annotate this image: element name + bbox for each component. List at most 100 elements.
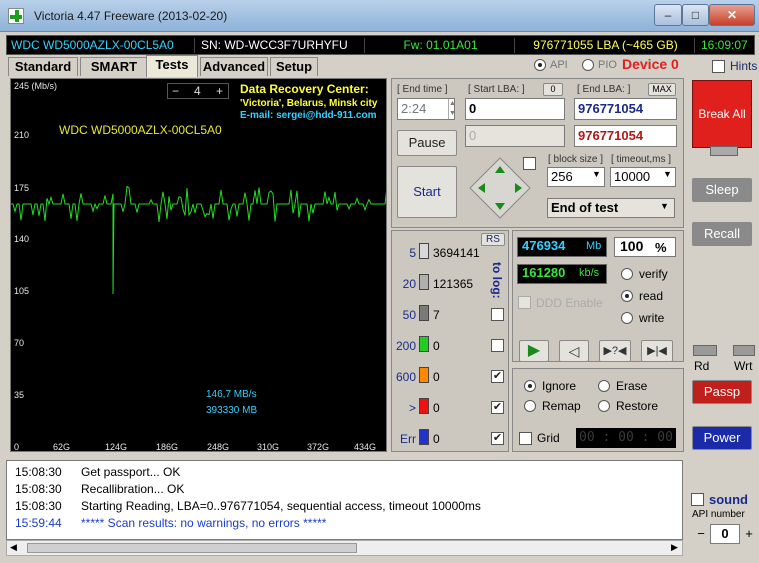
log-time: 15:08:30 (15, 499, 62, 513)
x-tick-248g: 248G (207, 442, 230, 452)
x-tick-62g: 62G (53, 442, 71, 452)
stat-log-checkbox[interactable] (491, 308, 504, 321)
stat-log-checkbox[interactable]: ✔ (491, 401, 504, 414)
tab-standard[interactable]: Standard (8, 57, 78, 76)
play-button[interactable]: ▶ (519, 340, 549, 362)
ignore-radio[interactable] (524, 380, 536, 392)
log-message: Recallibration... OK (81, 482, 185, 496)
passp-button[interactable]: Passp (692, 380, 752, 404)
log-panel[interactable]: 15:08:30 Get passport... OK 15:08:30 Recall… (6, 460, 683, 540)
sound-checkbox[interactable] (691, 493, 704, 506)
drive-model: WDC WD5000AZLX-00CL5A0 (7, 38, 195, 53)
wrt-label: Wrt (734, 359, 753, 373)
percent-value: 100 (620, 238, 644, 254)
tab-advanced[interactable]: Advanced (200, 57, 268, 76)
recall-button[interactable]: Recall (692, 222, 752, 246)
scroll-left-icon: ◀ (10, 542, 17, 552)
timeout-chevron-icon: ▼ (663, 169, 672, 179)
hints-checkbox[interactable] (712, 60, 725, 73)
tab-setup[interactable]: Setup (270, 57, 318, 76)
break-all-button[interactable]: Break All (692, 80, 752, 148)
tab-smart[interactable]: SMART (80, 57, 148, 76)
skip-unknown-button[interactable]: ▶?◀ (599, 340, 631, 362)
zoom-minus[interactable]: − (172, 84, 179, 98)
stat-log-checkbox[interactable]: ✔ (491, 432, 504, 445)
start-button[interactable]: Start (397, 166, 457, 218)
maximize-button[interactable]: □ (682, 4, 709, 26)
zoom-plus[interactable]: + (216, 84, 223, 98)
drive-capacity: 976771055 LBA (~465 GB) (517, 38, 695, 53)
stat-color-block (419, 274, 429, 290)
restore-radio[interactable] (598, 400, 610, 412)
ddd-checkbox[interactable] (518, 296, 531, 309)
drive-info-bar: WDC WD5000AZLX-00CL5A0 SN: WD-WCC3F7URHY… (6, 35, 755, 55)
log-row: 15:08:30 Get passport... OK (15, 465, 180, 481)
break-indicator (710, 146, 738, 156)
tab-tests[interactable]: Tests (146, 55, 198, 77)
hints-label: Hints (730, 59, 758, 73)
remap-radio[interactable] (524, 400, 536, 412)
reset-stats-button[interactable]: RS (481, 233, 505, 246)
start-lba-reset-button[interactable]: 0 (543, 83, 563, 96)
y-tick-70: 70 (14, 338, 25, 348)
end-lba-input[interactable]: 976771054 (574, 98, 677, 120)
x-tick-310g: 310G (257, 442, 280, 452)
current-position: 393330 MB (206, 405, 258, 416)
timeout-label: [ timeout,ms ] (611, 154, 672, 165)
stat-label: 200 (395, 339, 416, 353)
wrt-led (733, 345, 755, 356)
stat-color-block (419, 367, 429, 383)
scroll-thumb[interactable] (27, 543, 357, 553)
stat-count: 0 (433, 370, 440, 384)
start-lba-input[interactable]: 0 (465, 98, 565, 120)
back-button[interactable]: ◁ (559, 340, 589, 362)
x-tick-124g: 124G (105, 442, 128, 452)
log-row: 15:08:30 Recallibration... OK (15, 482, 184, 498)
power-button[interactable]: Power (692, 426, 752, 450)
api-number-plus[interactable]: + (741, 524, 757, 544)
stat-label: 20 (402, 277, 416, 291)
speed-unit: kb/s (579, 267, 600, 279)
erase-radio[interactable] (598, 380, 610, 392)
end-time-input[interactable]: 2:24 (397, 98, 455, 120)
x-tick-372g: 372G (307, 442, 330, 452)
end-time-spinner[interactable]: ▲ ▼ (448, 99, 456, 119)
sleep-button[interactable]: Sleep (692, 178, 752, 202)
y-axis-title: 245 (Mb/s) (14, 81, 58, 91)
end-time-label: [ End time ] (397, 84, 448, 95)
grid-checkbox[interactable] (519, 432, 532, 445)
api-number-input[interactable]: 0 (710, 524, 740, 544)
window-title: Victoria 4.47 Freeware (2013-02-20) (34, 9, 228, 23)
skip-end-button[interactable]: ▶|◀ (641, 340, 673, 362)
block-size-chevron-icon: ▼ (592, 169, 601, 179)
y-tick-140: 140 (14, 234, 30, 244)
close-button[interactable]: ✕ (709, 4, 755, 26)
end-action-select[interactable]: End of test (547, 198, 675, 218)
log-time: 15:08:30 (15, 482, 62, 496)
stat-color-block (419, 429, 429, 445)
api-radio[interactable] (534, 59, 546, 71)
log-row: 15:59:44 ***** Scan results: no warnings,… (15, 516, 326, 532)
write-radio[interactable] (621, 312, 633, 324)
read-radio[interactable] (621, 290, 633, 302)
start-lba-label: [ Start LBA: ] (468, 84, 525, 95)
api-number-minus[interactable]: − (693, 524, 709, 544)
end-lba-max-button[interactable]: MAX (648, 83, 676, 96)
minimize-button[interactable]: – (654, 4, 682, 26)
stat-count: 0 (433, 432, 440, 446)
pio-radio[interactable] (582, 59, 594, 71)
stat-label: 50 (402, 308, 416, 322)
x-tick-434g: 434G (354, 442, 377, 452)
rd-led (693, 345, 717, 356)
pause-button[interactable]: Pause (397, 130, 457, 156)
stat-count: 7 (433, 308, 440, 322)
log-horizontal-scrollbar[interactable]: ◀ ▶ (6, 540, 683, 556)
stat-log-checkbox[interactable]: ✔ (491, 370, 504, 383)
stat-log-checkbox[interactable] (491, 339, 504, 352)
recovery-line1: 'Victoria', Belarus, Minsk city (240, 98, 378, 109)
write-label: write (639, 311, 665, 325)
direction-checkbox[interactable] (523, 157, 536, 170)
verify-radio[interactable] (621, 268, 633, 280)
speed-graph: 245 (Mb/s) 210 175 140 105 70 35 0 62G 1… (10, 78, 387, 452)
zoom-value: 4 (194, 84, 201, 98)
